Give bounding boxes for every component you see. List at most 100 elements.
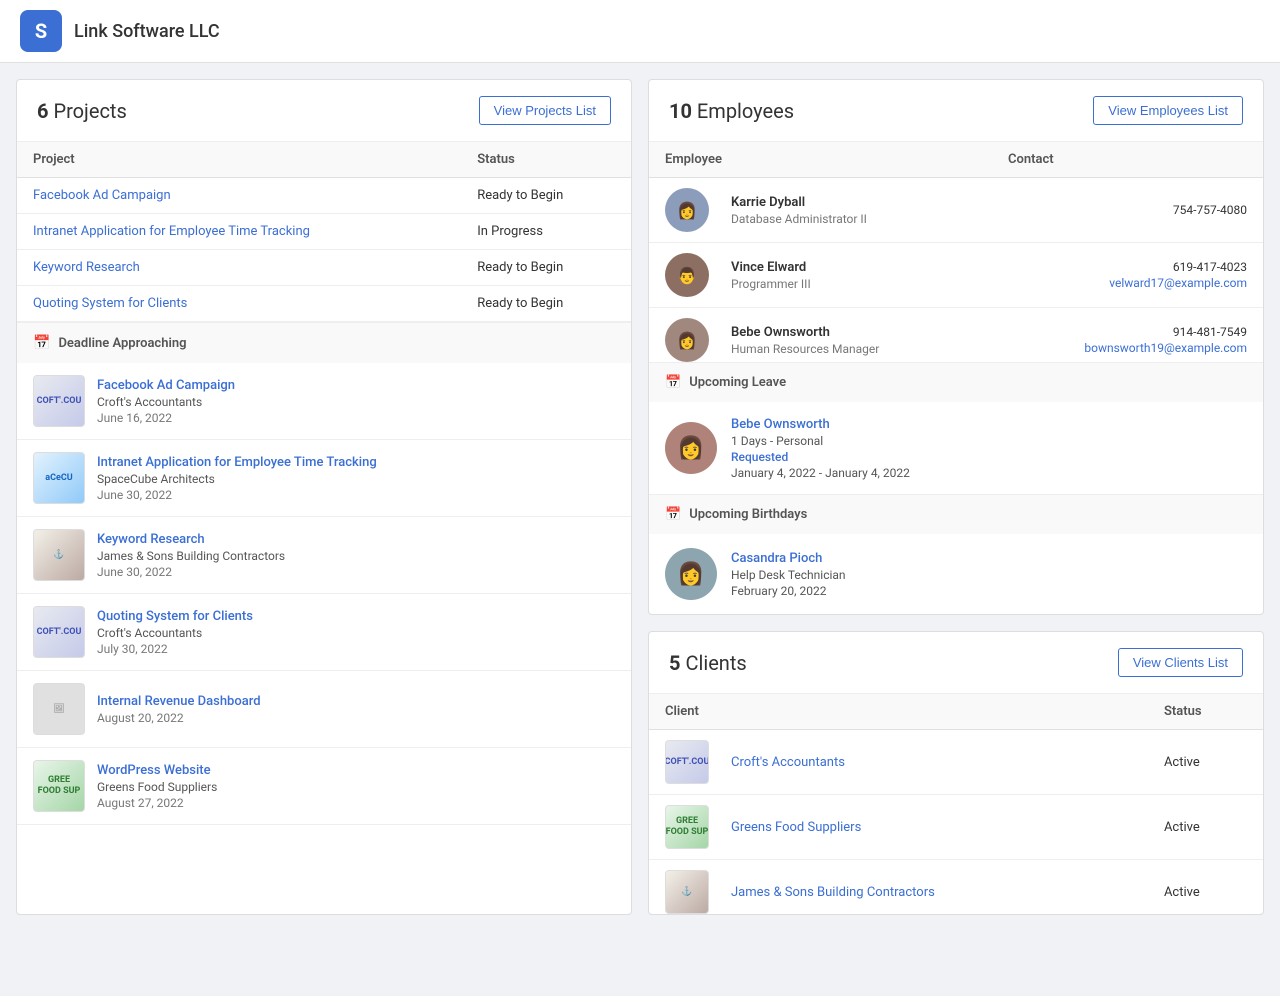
clients-panel-header: 5 Clients View Clients List bbox=[649, 632, 1263, 694]
upcoming-leave-info: Bebe Ownsworth 1 Days - Personal Request… bbox=[731, 416, 1247, 480]
calendar-icon-leave: 📅 bbox=[665, 375, 681, 390]
deadline-company: James & Sons Building Contractors bbox=[97, 549, 615, 563]
deadline-info: Quoting System for Clients Croft's Accou… bbox=[97, 608, 615, 656]
view-employees-button[interactable]: View Employees List bbox=[1093, 96, 1243, 125]
table-row: 👨 Vince Elward Programmer III 619-417-40… bbox=[649, 243, 1263, 308]
leave-status-link[interactable]: Requested bbox=[731, 450, 1247, 464]
leave-person-link[interactable]: Bebe Ownsworth bbox=[731, 417, 830, 432]
phone: 619-417-4023 bbox=[1008, 260, 1247, 274]
calendar-icon-bday: 📅 bbox=[665, 507, 681, 522]
deadline-project-link[interactable]: Facebook Ad Campaign bbox=[97, 378, 235, 393]
right-column: 10 Employees View Employees List Employe… bbox=[648, 79, 1264, 915]
deadline-date: June 16, 2022 bbox=[97, 411, 615, 425]
contact-info: 754-757-4080 bbox=[1008, 203, 1247, 217]
deadline-item: ⚓ Keyword Research James & Sons Building… bbox=[17, 517, 631, 594]
birthday-date: February 20, 2022 bbox=[731, 584, 1247, 598]
col-project: Project bbox=[17, 142, 461, 178]
deadline-company: Croft's Accountants bbox=[97, 626, 615, 640]
employee-name: Karrie Dyball bbox=[731, 195, 867, 210]
deadline-date: July 30, 2022 bbox=[97, 642, 615, 656]
view-clients-button[interactable]: View Clients List bbox=[1118, 648, 1243, 677]
app-header: S Link Software LLC bbox=[0, 0, 1280, 63]
employee-role: Human Resources Manager bbox=[731, 342, 879, 356]
col-client: Client bbox=[649, 694, 1148, 730]
employee-cell: 👨 Vince Elward Programmer III bbox=[649, 243, 992, 308]
client-link[interactable]: Greens Food Suppliers bbox=[731, 820, 861, 835]
table-row: Intranet Application for Employee Time T… bbox=[17, 214, 631, 250]
upcoming-birthdays-label: Upcoming Birthdays bbox=[689, 507, 807, 522]
col-client-status: Status bbox=[1148, 694, 1263, 730]
deadline-date: June 30, 2022 bbox=[97, 488, 615, 502]
employee-name: Vince Elward bbox=[731, 260, 811, 275]
employee-cell: 👩 Karrie Dyball Database Administrator I… bbox=[649, 178, 992, 243]
table-row: Quoting System for Clients Ready to Begi… bbox=[17, 286, 631, 322]
employee-role: Database Administrator II bbox=[731, 212, 867, 226]
employee-info: Vince Elward Programmer III bbox=[731, 260, 811, 291]
avatar: 👩 bbox=[665, 318, 709, 362]
email-link[interactable]: velward17@example.com bbox=[1109, 276, 1247, 290]
deadline-date: August 20, 2022 bbox=[97, 711, 615, 725]
employee-cell: 👩 Bebe Ownsworth Human Resources Manager bbox=[649, 308, 992, 363]
contact-cell: 619-417-4023 velward17@example.com bbox=[992, 243, 1263, 308]
birthday-person-link[interactable]: Casandra Pioch bbox=[731, 551, 822, 566]
client-link[interactable]: Croft's Accountants bbox=[731, 755, 845, 770]
deadline-project-link[interactable]: Internal Revenue Dashboard bbox=[97, 694, 261, 709]
clients-panel: 5 Clients View Clients List Client Statu… bbox=[648, 631, 1264, 915]
clients-table: Client Status COFT'.COU Croft's Accounta… bbox=[649, 694, 1263, 914]
email: velward17@example.com bbox=[1008, 276, 1247, 290]
deadline-item: COFT'.COU Facebook Ad Campaign Croft's A… bbox=[17, 363, 631, 440]
deadline-date: June 30, 2022 bbox=[97, 565, 615, 579]
client-link[interactable]: James & Sons Building Contractors bbox=[731, 885, 935, 900]
projects-panel: 6 Projects View Projects List Project St… bbox=[16, 79, 632, 915]
avatar: 👩 bbox=[665, 188, 709, 232]
avatar: 👨 bbox=[665, 253, 709, 297]
calendar-icon: 📅 bbox=[33, 335, 50, 351]
deadline-project-link[interactable]: WordPress Website bbox=[97, 763, 211, 778]
leave-dates: January 4, 2022 - January 4, 2022 bbox=[731, 466, 1247, 480]
project-status-cell: Ready to Begin bbox=[461, 178, 631, 214]
project-link[interactable]: Keyword Research bbox=[33, 260, 140, 275]
client-status-cell: Active bbox=[1148, 860, 1263, 915]
project-link[interactable]: Intranet Application for Employee Time T… bbox=[33, 224, 310, 239]
employees-list: Employee Contact 👩 Karrie Dyball Databas… bbox=[649, 142, 1263, 362]
upcoming-leave-item: 👩 Bebe Ownsworth 1 Days - Personal Reque… bbox=[649, 402, 1263, 494]
project-name-cell: Keyword Research bbox=[17, 250, 461, 286]
deadline-item: 🖼 Internal Revenue Dashboard August 20, … bbox=[17, 671, 631, 748]
client-cell: COFT'.COU Croft's Accountants bbox=[649, 730, 1148, 795]
deadline-header-label: Deadline Approaching bbox=[58, 336, 186, 351]
employees-table: Employee Contact 👩 Karrie Dyball Databas… bbox=[649, 142, 1263, 362]
clients-title: 5 Clients bbox=[669, 651, 747, 675]
project-link[interactable]: Facebook Ad Campaign bbox=[33, 188, 171, 203]
birthday-role: Help Desk Technician bbox=[731, 568, 1247, 582]
employees-panel-header: 10 Employees View Employees List bbox=[649, 80, 1263, 142]
contact-cell: 914-481-7549 bownsworth19@example.com bbox=[992, 308, 1263, 363]
deadline-item: GREE FOOD SUP WordPress Website Greens F… bbox=[17, 748, 631, 825]
deadline-info: Internal Revenue Dashboard August 20, 20… bbox=[97, 693, 615, 725]
projects-table-wrapper: Project Status Facebook Ad Campaign Read… bbox=[17, 142, 631, 322]
deadline-project-link[interactable]: Quoting System for Clients bbox=[97, 609, 253, 624]
deadline-info: Facebook Ad Campaign Croft's Accountants… bbox=[97, 377, 615, 425]
project-status-cell: In Progress bbox=[461, 214, 631, 250]
client-status-cell: Active bbox=[1148, 795, 1263, 860]
table-row: Keyword Research Ready to Begin bbox=[17, 250, 631, 286]
deadline-company: Croft's Accountants bbox=[97, 395, 615, 409]
col-contact: Contact bbox=[992, 142, 1263, 178]
client-cell: GREE FOOD SUP Greens Food Suppliers bbox=[649, 795, 1148, 860]
email: bownsworth19@example.com bbox=[1008, 341, 1247, 355]
contact-info: 619-417-4023 velward17@example.com bbox=[1008, 260, 1247, 290]
employee-info: Karrie Dyball Database Administrator II bbox=[731, 195, 867, 226]
deadline-project-link[interactable]: Keyword Research bbox=[97, 532, 205, 547]
email-link[interactable]: bownsworth19@example.com bbox=[1084, 341, 1247, 355]
view-projects-button[interactable]: View Projects List bbox=[479, 96, 611, 125]
table-row: Facebook Ad Campaign Ready to Begin bbox=[17, 178, 631, 214]
deadline-section-header: 📅 Deadline Approaching bbox=[17, 322, 631, 363]
project-status-cell: Ready to Begin bbox=[461, 286, 631, 322]
client-status-cell: Active bbox=[1148, 730, 1263, 795]
deadline-item: aCeCU Intranet Application for Employee … bbox=[17, 440, 631, 517]
table-row: GREE FOOD SUP Greens Food Suppliers Acti… bbox=[649, 795, 1263, 860]
app-logo: S bbox=[20, 10, 62, 52]
deadline-project-link[interactable]: Intranet Application for Employee Time T… bbox=[97, 455, 377, 470]
contact-info: 914-481-7549 bownsworth19@example.com bbox=[1008, 325, 1247, 355]
project-link[interactable]: Quoting System for Clients bbox=[33, 296, 187, 311]
deadline-info: Intranet Application for Employee Time T… bbox=[97, 454, 615, 502]
